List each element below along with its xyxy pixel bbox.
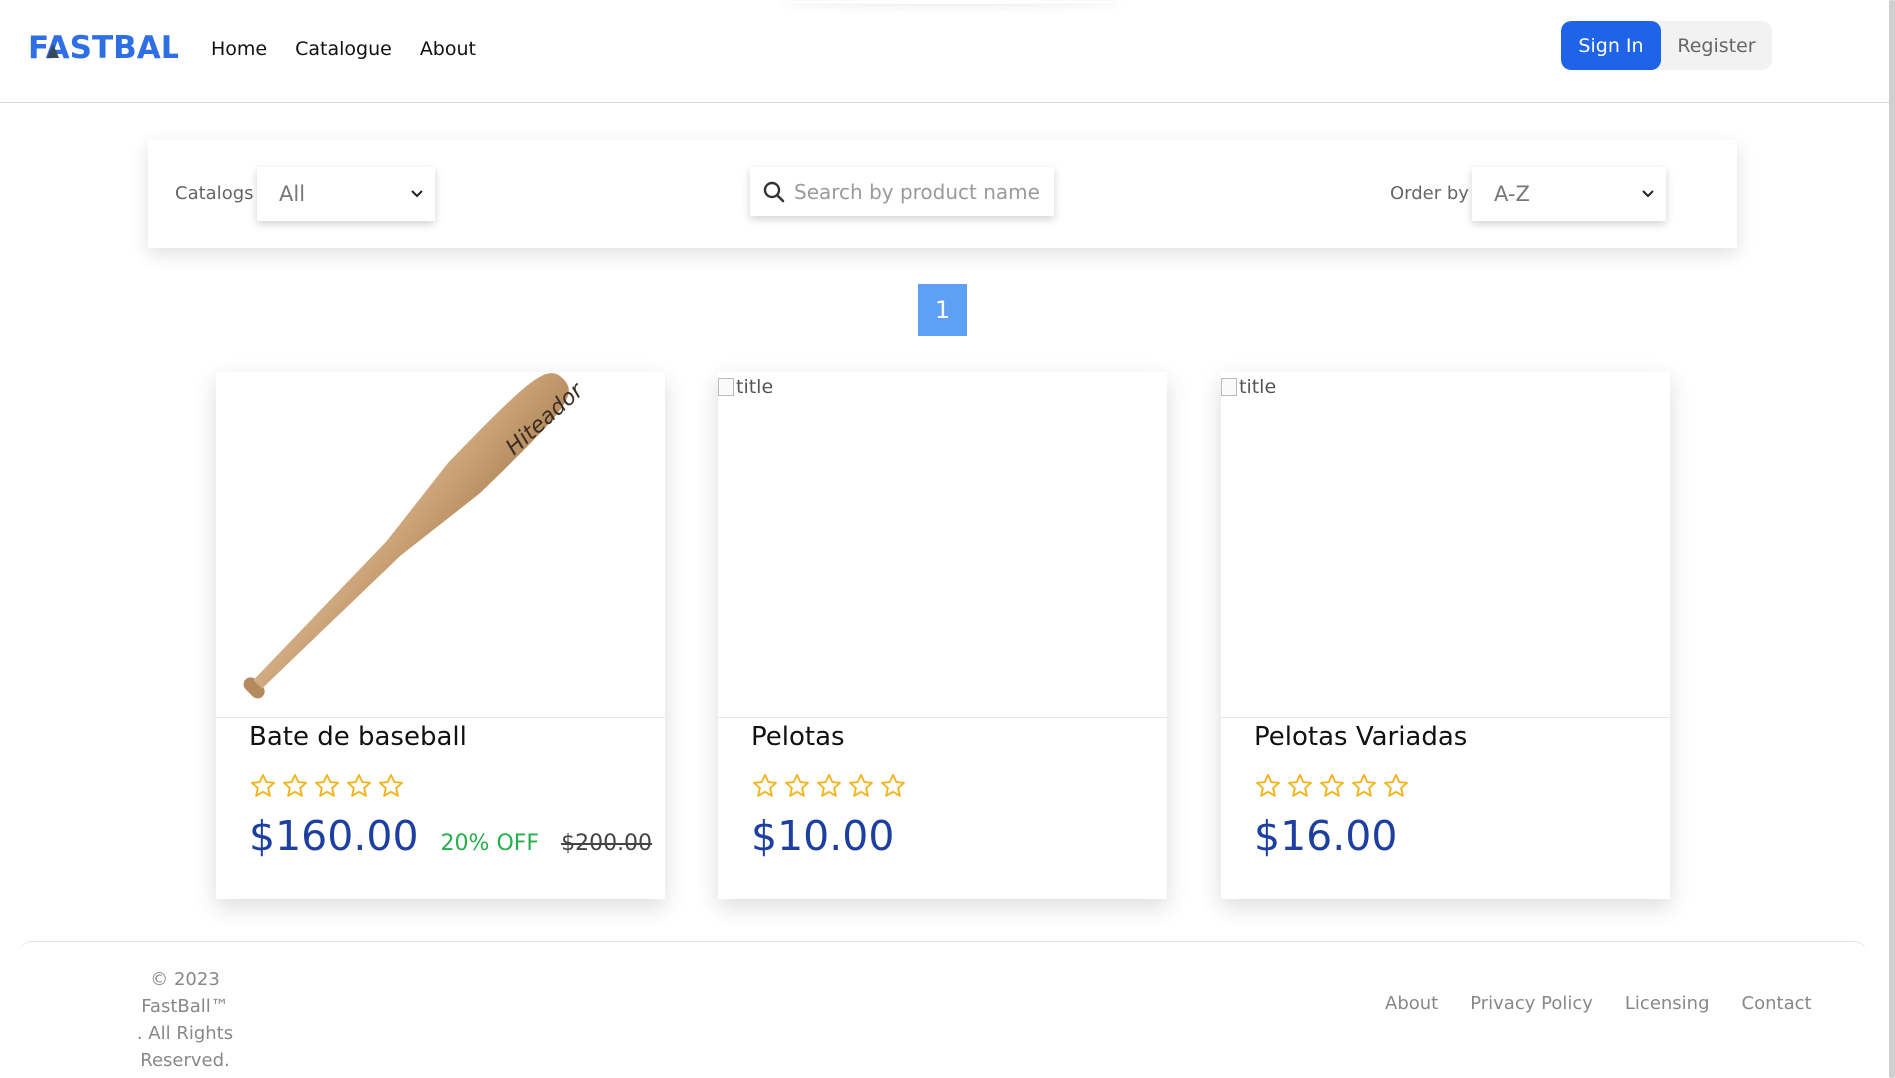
image-alt-text: title — [736, 376, 774, 398]
page-scrollbar-thumb[interactable] — [1889, 0, 1895, 1078]
star-outline-icon[interactable] — [847, 772, 875, 800]
product-card[interactable]: title Pelotas Variadas $16.00 — [1221, 372, 1670, 899]
price-row: $10.00 — [751, 812, 894, 860]
copyright: © 2023 FastBall™ . All Rights Reserved. — [100, 966, 270, 1074]
product-title[interactable]: Pelotas — [751, 722, 845, 752]
search-input[interactable] — [794, 179, 1044, 204]
page-scrollbar-track[interactable] — [1889, 0, 1895, 1078]
star-outline-icon[interactable] — [783, 772, 811, 800]
pagination-page-1[interactable]: 1 — [918, 284, 967, 336]
star-outline-icon[interactable] — [815, 772, 843, 800]
order-by-label: Order by — [1390, 183, 1469, 204]
order-by-selected-value: A-Z — [1494, 182, 1530, 206]
product-price: $10.00 — [751, 812, 895, 860]
footer-links: About Privacy Policy Licensing Contact — [1385, 993, 1812, 1014]
star-outline-icon[interactable] — [1350, 772, 1378, 800]
baseball-bat-image: Hiteador — [243, 373, 590, 699]
chevron-down-icon — [411, 190, 423, 198]
star-rating[interactable] — [1254, 772, 1410, 800]
star-outline-icon[interactable] — [377, 772, 405, 800]
footer-link-about[interactable]: About — [1385, 993, 1438, 1014]
chevron-down-icon — [1642, 190, 1654, 198]
product-image[interactable]: title — [1221, 372, 1670, 718]
main-nav: Home Catalogue About — [211, 38, 476, 60]
star-outline-icon[interactable] — [1382, 772, 1410, 800]
product-card[interactable]: Hiteador Bate de baseball $160.00 20% OF… — [216, 372, 665, 899]
footer-link-licensing[interactable]: Licensing — [1625, 993, 1710, 1014]
search-icon — [763, 181, 785, 202]
product-image[interactable]: Hiteador — [216, 372, 665, 718]
broken-image: title — [718, 376, 773, 398]
discount-badge: 20% OFF — [440, 831, 540, 856]
product-title[interactable]: Bate de baseball — [249, 722, 467, 752]
search-box[interactable] — [750, 167, 1054, 216]
star-rating[interactable] — [751, 772, 907, 800]
fastball-logo[interactable]: FASTBALL — [28, 28, 178, 64]
product-price: $160.00 — [249, 812, 419, 860]
top-shadow-decoration — [780, 0, 1120, 4]
order-by-select[interactable]: A-Z — [1472, 167, 1666, 221]
original-price: $200.00 — [561, 831, 653, 856]
star-outline-icon[interactable] — [751, 772, 779, 800]
star-outline-icon[interactable] — [345, 772, 373, 800]
footer-link-privacy-policy[interactable]: Privacy Policy — [1470, 993, 1593, 1014]
price-row: $160.00 20% OFF $200.00 — [249, 812, 652, 860]
catalogs-label: Catalogs — [175, 183, 254, 204]
star-outline-icon[interactable] — [281, 772, 309, 800]
star-rating[interactable] — [249, 772, 405, 800]
filter-bar: Catalogs All Order by A-Z — [148, 140, 1737, 248]
product-card[interactable]: title Pelotas $10.00 — [718, 372, 1167, 899]
page-footer: © 2023 FastBall™ . All Rights Reserved. … — [18, 941, 1868, 1078]
nav-home[interactable]: Home — [211, 38, 267, 60]
top-navbar: FASTBALL Home Catalogue About Sign In Re… — [0, 0, 1895, 103]
footer-link-contact[interactable]: Contact — [1742, 993, 1812, 1014]
auth-buttons: Sign In Register — [1561, 21, 1772, 70]
nav-catalogue[interactable]: Catalogue — [295, 38, 392, 60]
image-alt-text: title — [1239, 376, 1277, 398]
copyright-year: © 2023 — [150, 969, 220, 990]
copyright-rights: . All Rights Reserved. — [136, 1023, 234, 1071]
broken-image-icon — [1221, 378, 1237, 396]
star-outline-icon[interactable] — [1318, 772, 1346, 800]
catalogs-selected-value: All — [279, 182, 306, 206]
star-outline-icon[interactable] — [1286, 772, 1314, 800]
price-row: $16.00 — [1254, 812, 1397, 860]
nav-about[interactable]: About — [420, 38, 476, 60]
sign-in-button[interactable]: Sign In — [1561, 21, 1661, 70]
product-price: $16.00 — [1254, 812, 1398, 860]
star-outline-icon[interactable] — [313, 772, 341, 800]
register-button[interactable]: Register — [1661, 21, 1772, 70]
product-image[interactable]: title — [718, 372, 1167, 718]
star-outline-icon[interactable] — [1254, 772, 1282, 800]
product-title[interactable]: Pelotas Variadas — [1254, 722, 1467, 752]
star-outline-icon[interactable] — [879, 772, 907, 800]
broken-image: title — [1221, 376, 1276, 398]
broken-image-icon — [718, 378, 734, 396]
copyright-brand: FastBall™ — [141, 996, 229, 1017]
star-outline-icon[interactable] — [249, 772, 277, 800]
logo-graphic: FASTBALL — [28, 30, 178, 64]
catalogs-select[interactable]: All — [257, 167, 435, 221]
logo-text: FASTBALL — [28, 30, 178, 64]
